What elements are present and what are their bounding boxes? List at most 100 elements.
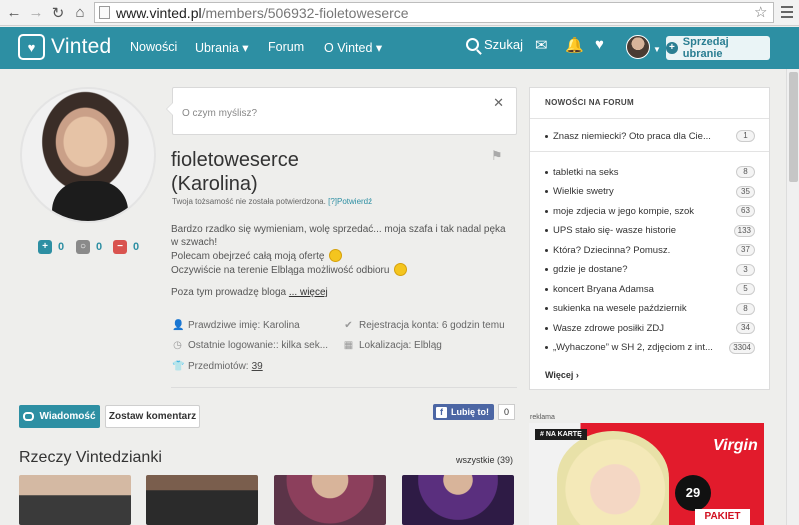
forum-topic[interactable]: Znasz niemiecki? Oto praca dla Cie... 1 (545, 129, 755, 143)
facebook-like-button[interactable]: f Lubię to! (433, 404, 494, 420)
item-thumbnail[interactable] (19, 475, 131, 525)
forum-panel-title: NOWOŚCI NA FORUM (545, 98, 634, 107)
verify-help-link[interactable]: [?] (328, 197, 337, 206)
info-real-name: 👤 Prawdziwe imię: Karolina (172, 320, 300, 331)
items-count-link[interactable]: 39 (252, 361, 263, 372)
nav-item-ubrania[interactable]: Ubrania ▾ (195, 40, 249, 55)
forum-topic[interactable]: Która? Dziecinna? Pomusz. 37 (545, 243, 755, 257)
leave-comment-button[interactable]: Zostaw komentarz (105, 405, 200, 428)
divider (530, 151, 769, 152)
chat-bubble-icon (23, 412, 35, 421)
advertisement-banner[interactable]: # NA KARTĘ Virgin 29 PAKIET (529, 423, 764, 525)
neutral-feedback[interactable]: ○ 0 (76, 240, 102, 254)
forum-more-link[interactable]: Więcej › (545, 370, 579, 380)
page-scrollbar[interactable] (786, 69, 799, 525)
topic-title: UPS stało się- wasze historie (553, 225, 677, 236)
divider (530, 118, 769, 119)
forum-topic[interactable]: sukienka na wesele październik 8 (545, 302, 755, 316)
forum-topic[interactable]: UPS stało się- wasze historie 133 (545, 224, 755, 238)
topic-count-badge: 34 (736, 322, 755, 334)
real-name: (Karolina) (171, 173, 258, 195)
nav-item-o-vinted[interactable]: O Vinted ▾ (324, 40, 382, 55)
bell-icon[interactable]: 🔔 (565, 36, 584, 54)
plus-icon: + (666, 42, 678, 54)
info-last-login: ◷ Ostatnie logowanie:: kilka sek... (173, 340, 329, 351)
forum-topic[interactable]: gdzie je dostane? 3 (545, 263, 755, 277)
sell-item-button[interactable]: + Sprzedaj ubranie (666, 36, 770, 60)
forum-topic[interactable]: tabletki na seks 8 (545, 165, 755, 179)
status-placeholder: O czym myślisz? (182, 108, 257, 119)
ad-pakiet: PAKIET (695, 509, 750, 525)
search-button[interactable]: Szukaj (466, 37, 523, 52)
nav-item-nowosci[interactable]: Nowości (130, 40, 177, 54)
forum-topic[interactable]: koncert Bryana Adamsa 5 (545, 282, 755, 296)
topic-title: Wasze zdrowe posiłki ZDJ (553, 322, 665, 334)
search-icon (466, 38, 479, 51)
message-button[interactable]: Wiadomość (19, 405, 100, 428)
facebook-icon: f (436, 406, 447, 418)
topic-count-badge: 8 (736, 166, 755, 178)
verify-text: Twoja tożsamość nie została potwierdzona… (172, 197, 326, 206)
report-flag-icon[interactable]: ⚑ (491, 148, 503, 164)
divider (171, 387, 517, 388)
username: fioletoweserce (171, 149, 299, 171)
forum-topic[interactable]: Wasze zdrowe posiłki ZDJ 34 (545, 321, 755, 335)
url-path: /members/506932-fioletoweserce (201, 4, 409, 21)
positive-feedback-icon: + (38, 240, 52, 254)
forum-topic[interactable]: „Wyhaczone” w SH 2, zdjęciom z int... 330… (545, 341, 755, 355)
info-location: ▦ Lokalizacja: Elbląg (343, 340, 442, 351)
neutral-count: 0 (96, 241, 103, 253)
logo-icon: ♥ (18, 34, 45, 60)
topic-title: „Wyhaczone” w SH 2, zdjęciom z int... (553, 342, 713, 353)
back-arrow-icon[interactable]: ← (3, 2, 25, 24)
topic-count-badge: 8 (736, 302, 755, 315)
forward-arrow-icon[interactable]: → (25, 2, 47, 24)
verify-link[interactable]: Potwierdź (337, 197, 372, 206)
ad-brand: Virgin (713, 437, 758, 454)
positive-feedback[interactable]: + 0 (38, 240, 64, 254)
topic-count-badge: 3 (736, 263, 755, 276)
search-label: Szukaj (484, 37, 524, 52)
vinted-logo[interactable]: ♥ Vinted (18, 34, 111, 60)
topic-title: gdzie je dostane? (553, 264, 628, 275)
negative-feedback[interactable]: − 0 (113, 240, 139, 254)
address-bar[interactable]: www.vinted.pl/members/506932-fioletowese… (94, 2, 774, 23)
topic-count-badge: 3304 (729, 341, 755, 354)
item-thumbnail[interactable] (402, 475, 514, 525)
browser-menu-icon[interactable] (781, 6, 793, 21)
forum-topic[interactable]: moje zdjecia w jego kompie, szok 63 (545, 204, 755, 218)
item-thumbnail[interactable] (146, 475, 258, 525)
ad-price: 29 (675, 475, 711, 511)
bio-line: Oczywiście na terenie Elbląga możliwość … (171, 263, 511, 277)
topic-count-badge: 5 (736, 283, 755, 295)
bookmark-star-icon[interactable]: ☆ (754, 3, 767, 21)
all-items-link[interactable]: wszystkie (39) (456, 455, 513, 465)
ad-image (557, 431, 669, 525)
identity-verification: Twoja tożsamość nie została potwierdzona… (172, 197, 372, 206)
topic-count-badge: 1 (736, 130, 755, 142)
forum-news-panel: NOWOŚCI NA FORUM Znasz niemiecki? Oto pr… (529, 87, 770, 390)
topic-title: sukienka na wesele październik (553, 303, 687, 314)
neutral-feedback-icon: ○ (76, 240, 90, 254)
status-input[interactable]: O czym myślisz? ✕ (166, 87, 517, 135)
building-icon: ▦ (343, 340, 354, 351)
clock-icon: ◷ (173, 340, 182, 351)
scrollbar-thumb[interactable] (789, 72, 798, 182)
topic-title: koncert Bryana Adamsa (553, 283, 654, 295)
url-host: www.vinted.pl (116, 4, 202, 21)
topic-count-badge: 63 (736, 205, 755, 217)
item-thumbnail[interactable] (274, 475, 386, 525)
checkmark-icon: ✔ (344, 320, 353, 331)
close-icon[interactable]: ✕ (493, 95, 504, 111)
home-icon[interactable]: ⌂ (69, 2, 91, 24)
nav-item-forum[interactable]: Forum (268, 40, 304, 54)
negative-feedback-icon: − (113, 240, 127, 254)
items-section-title: Rzeczy Vintedzianki (19, 449, 162, 466)
reload-icon[interactable]: ↻ (47, 2, 69, 24)
read-more-link[interactable]: ... więcej (289, 287, 328, 298)
chevron-down-icon[interactable]: ▼ (653, 45, 661, 54)
forum-topic[interactable]: Wielkie swetry 35 (545, 185, 755, 199)
mail-icon[interactable]: ✉ (535, 36, 548, 54)
heart-icon[interactable]: ♥ (595, 36, 604, 53)
user-avatar[interactable] (626, 35, 650, 59)
